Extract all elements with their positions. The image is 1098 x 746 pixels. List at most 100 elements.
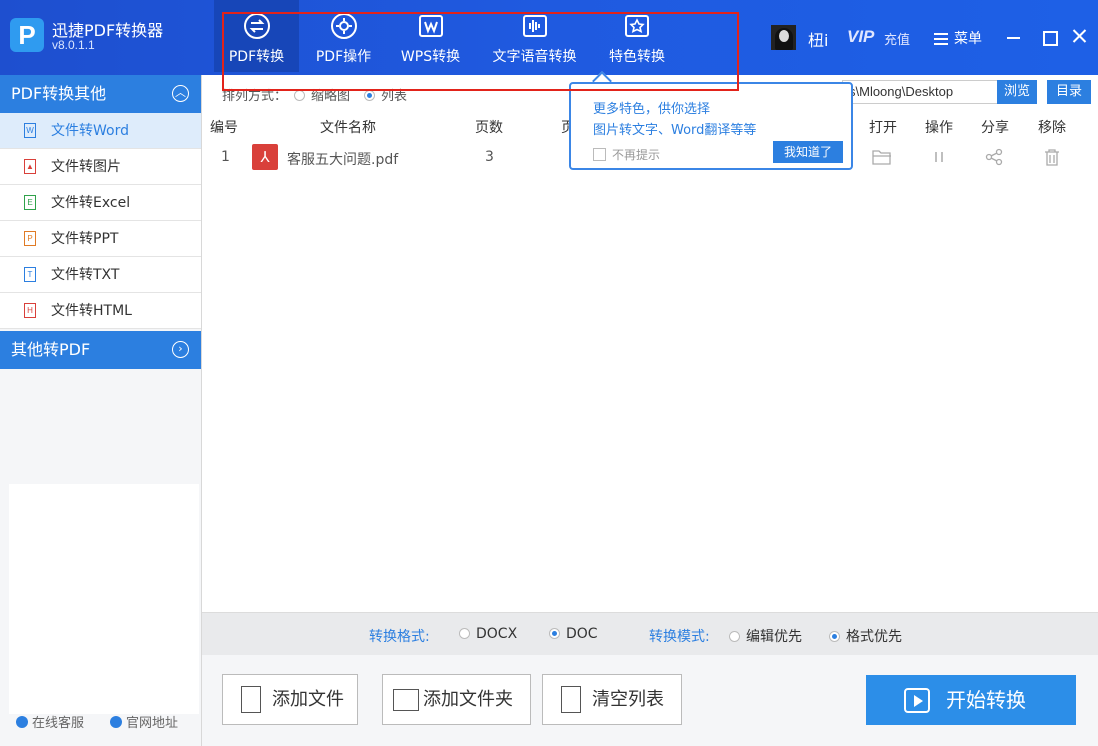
action-bar: 添加文件 添加文件夹 清空列表 开始转换 (202, 655, 1098, 746)
tooltip-line2: 图片转文字、Word翻译等等 (593, 123, 757, 138)
hamburger-icon (934, 30, 948, 48)
directory-button[interactable]: 目录 (1047, 80, 1091, 104)
sort-thumbnail-label: 缩略图 (311, 89, 351, 104)
sort-list-radio[interactable]: 列表 (364, 85, 407, 104)
tab-pdf-operations[interactable]: PDF操作 (301, 0, 386, 72)
clear-list-button[interactable]: 清空列表 (542, 674, 682, 725)
recharge-link[interactable]: 充值 (884, 29, 910, 48)
dont-show-checkbox[interactable]: 不再提示 (593, 146, 660, 163)
mode-edit-first-label: 编辑优先 (746, 629, 802, 645)
soundwave-icon (522, 15, 547, 37)
column-header-open: 打开 (869, 120, 897, 136)
row-num: 1 (221, 149, 230, 165)
tab-wps-convert[interactable]: WPS转换 (388, 0, 473, 72)
menu-label: 菜单 (954, 31, 982, 47)
tab-pdf-convert[interactable]: PDF转换 (214, 0, 299, 72)
sidebar-item-label: 文件转HTML (51, 303, 132, 319)
close-button[interactable] (1071, 27, 1089, 45)
trash-icon[interactable] (1042, 148, 1062, 166)
add-file-button[interactable]: 添加文件 (222, 674, 358, 725)
add-folder-button[interactable]: 添加文件夹 (382, 674, 531, 725)
trash-icon (561, 686, 581, 713)
sort-list-label: 列表 (381, 89, 408, 104)
column-header-num: 编号 (210, 120, 238, 136)
sidebar-item-label: 文件转图片 (51, 159, 121, 175)
excel-file-icon: E (24, 195, 36, 210)
maximize-button[interactable] (1040, 27, 1058, 46)
column-header-action: 操作 (925, 120, 953, 136)
menu-button[interactable]: 菜单 (934, 28, 982, 48)
online-service-label: 在线客服 (32, 716, 85, 731)
image-file-icon: ▲ (24, 159, 36, 174)
format-label: 转换格式: (369, 629, 430, 645)
folder-open-icon[interactable] (872, 148, 892, 166)
official-site-link[interactable]: 官网地址 (110, 712, 178, 731)
section-title: PDF转换其他 (11, 84, 107, 103)
vip-badge[interactable]: VIP (847, 27, 874, 47)
chevron-up-icon: ︿ (172, 85, 189, 102)
chevron-right-icon: › (172, 341, 189, 358)
sidebar-item-word[interactable]: W 文件转Word (0, 113, 201, 149)
sidebar: PDF转换其他 ︿ W 文件转Word ▲ 文件转图片 E 文件转Excel P… (0, 75, 202, 746)
format-bar: 转换格式: DOCX DOC 转换模式: 编辑优先 格式优先 (202, 612, 1098, 655)
browse-button[interactable]: 浏览 (997, 80, 1037, 104)
sidebar-item-label: 文件转Excel (51, 195, 131, 211)
got-it-button[interactable]: 我知道了 (773, 141, 843, 163)
tab-label: 文字语音转换 (492, 49, 577, 65)
avatar[interactable] (771, 25, 796, 50)
add-folder-icon (393, 689, 419, 711)
mode-format-first-label: 格式优先 (846, 629, 902, 645)
mode-format-first-radio[interactable]: 格式优先 (829, 626, 902, 646)
tab-label: PDF转换 (228, 49, 285, 65)
person-icon (16, 716, 28, 728)
sidebar-section-other-to-pdf[interactable]: 其他转PDF › (0, 331, 201, 369)
feature-tooltip: 更多特色，供你选择 图片转文字、Word翻译等等 不再提示 我知道了 (569, 82, 853, 170)
sidebar-item-image[interactable]: ▲ 文件转图片 (0, 149, 201, 185)
tab-label: 特色转换 (609, 49, 665, 65)
app-logo-icon: P (10, 18, 44, 52)
format-docx-radio[interactable]: DOCX (459, 626, 517, 642)
pause-icon[interactable] (929, 148, 949, 166)
txt-file-icon: T (24, 267, 36, 282)
clear-list-label: 清空列表 (592, 689, 664, 710)
format-doc-label: DOC (566, 626, 598, 642)
sidebar-item-label: 文件转PPT (51, 231, 119, 247)
row-pages: 3 (485, 149, 494, 165)
add-file-icon (241, 686, 261, 713)
sidebar-item-html[interactable]: H 文件转HTML (0, 293, 201, 329)
sidebar-item-txt[interactable]: T 文件转TXT (0, 257, 201, 293)
output-path-input[interactable]: s\Mloong\Desktop (842, 80, 998, 104)
tab-label: WPS转换 (400, 49, 461, 65)
section-title: 其他转PDF (11, 340, 91, 359)
sidebar-item-excel[interactable]: E 文件转Excel (0, 185, 201, 221)
title-bar: P 迅捷PDF转换器 v8.0.1.1 PDF转换 PDF操作 WPS转换 文字… (0, 0, 1098, 75)
add-file-label: 添加文件 (272, 689, 344, 710)
pdf-file-icon: ⅄ (252, 144, 278, 170)
sort-thumbnail-radio[interactable]: 缩略图 (294, 85, 350, 104)
ad-area (9, 484, 199, 714)
sidebar-item-ppt[interactable]: P 文件转PPT (0, 221, 201, 257)
start-convert-button[interactable]: 开始转换 (866, 675, 1076, 725)
online-service-link[interactable]: 在线客服 (16, 712, 84, 731)
tooltip-line1: 更多特色，供你选择 (593, 102, 711, 117)
start-convert-label: 开始转换 (946, 688, 1026, 712)
sort-label: 排列方式： (222, 89, 288, 104)
tab-special-convert[interactable]: 特色转换 (596, 0, 678, 72)
format-docx-label: DOCX (476, 626, 518, 642)
official-site-label: 官网地址 (126, 716, 179, 731)
row-file-name: 客服五大问题.pdf (287, 152, 399, 168)
share-icon[interactable] (984, 148, 1004, 166)
column-header-remove: 移除 (1038, 120, 1066, 136)
mode-edit-first-radio[interactable]: 编辑优先 (729, 626, 802, 646)
username[interactable]: 杻i (808, 27, 828, 51)
sidebar-section-pdf-to-other[interactable]: PDF转换其他 ︿ (0, 75, 201, 113)
sidebar-item-label: 文件转TXT (51, 267, 120, 283)
format-doc-radio[interactable]: DOC (549, 626, 598, 642)
mode-label: 转换模式: (649, 629, 710, 645)
word-file-icon: W (24, 123, 36, 138)
column-header-share: 分享 (981, 120, 1009, 136)
column-header-name: 文件名称 (320, 120, 376, 136)
tab-label: PDF操作 (315, 49, 372, 65)
minimize-button[interactable] (1005, 27, 1023, 45)
tab-text-speech[interactable]: 文字语音转换 (482, 0, 587, 72)
